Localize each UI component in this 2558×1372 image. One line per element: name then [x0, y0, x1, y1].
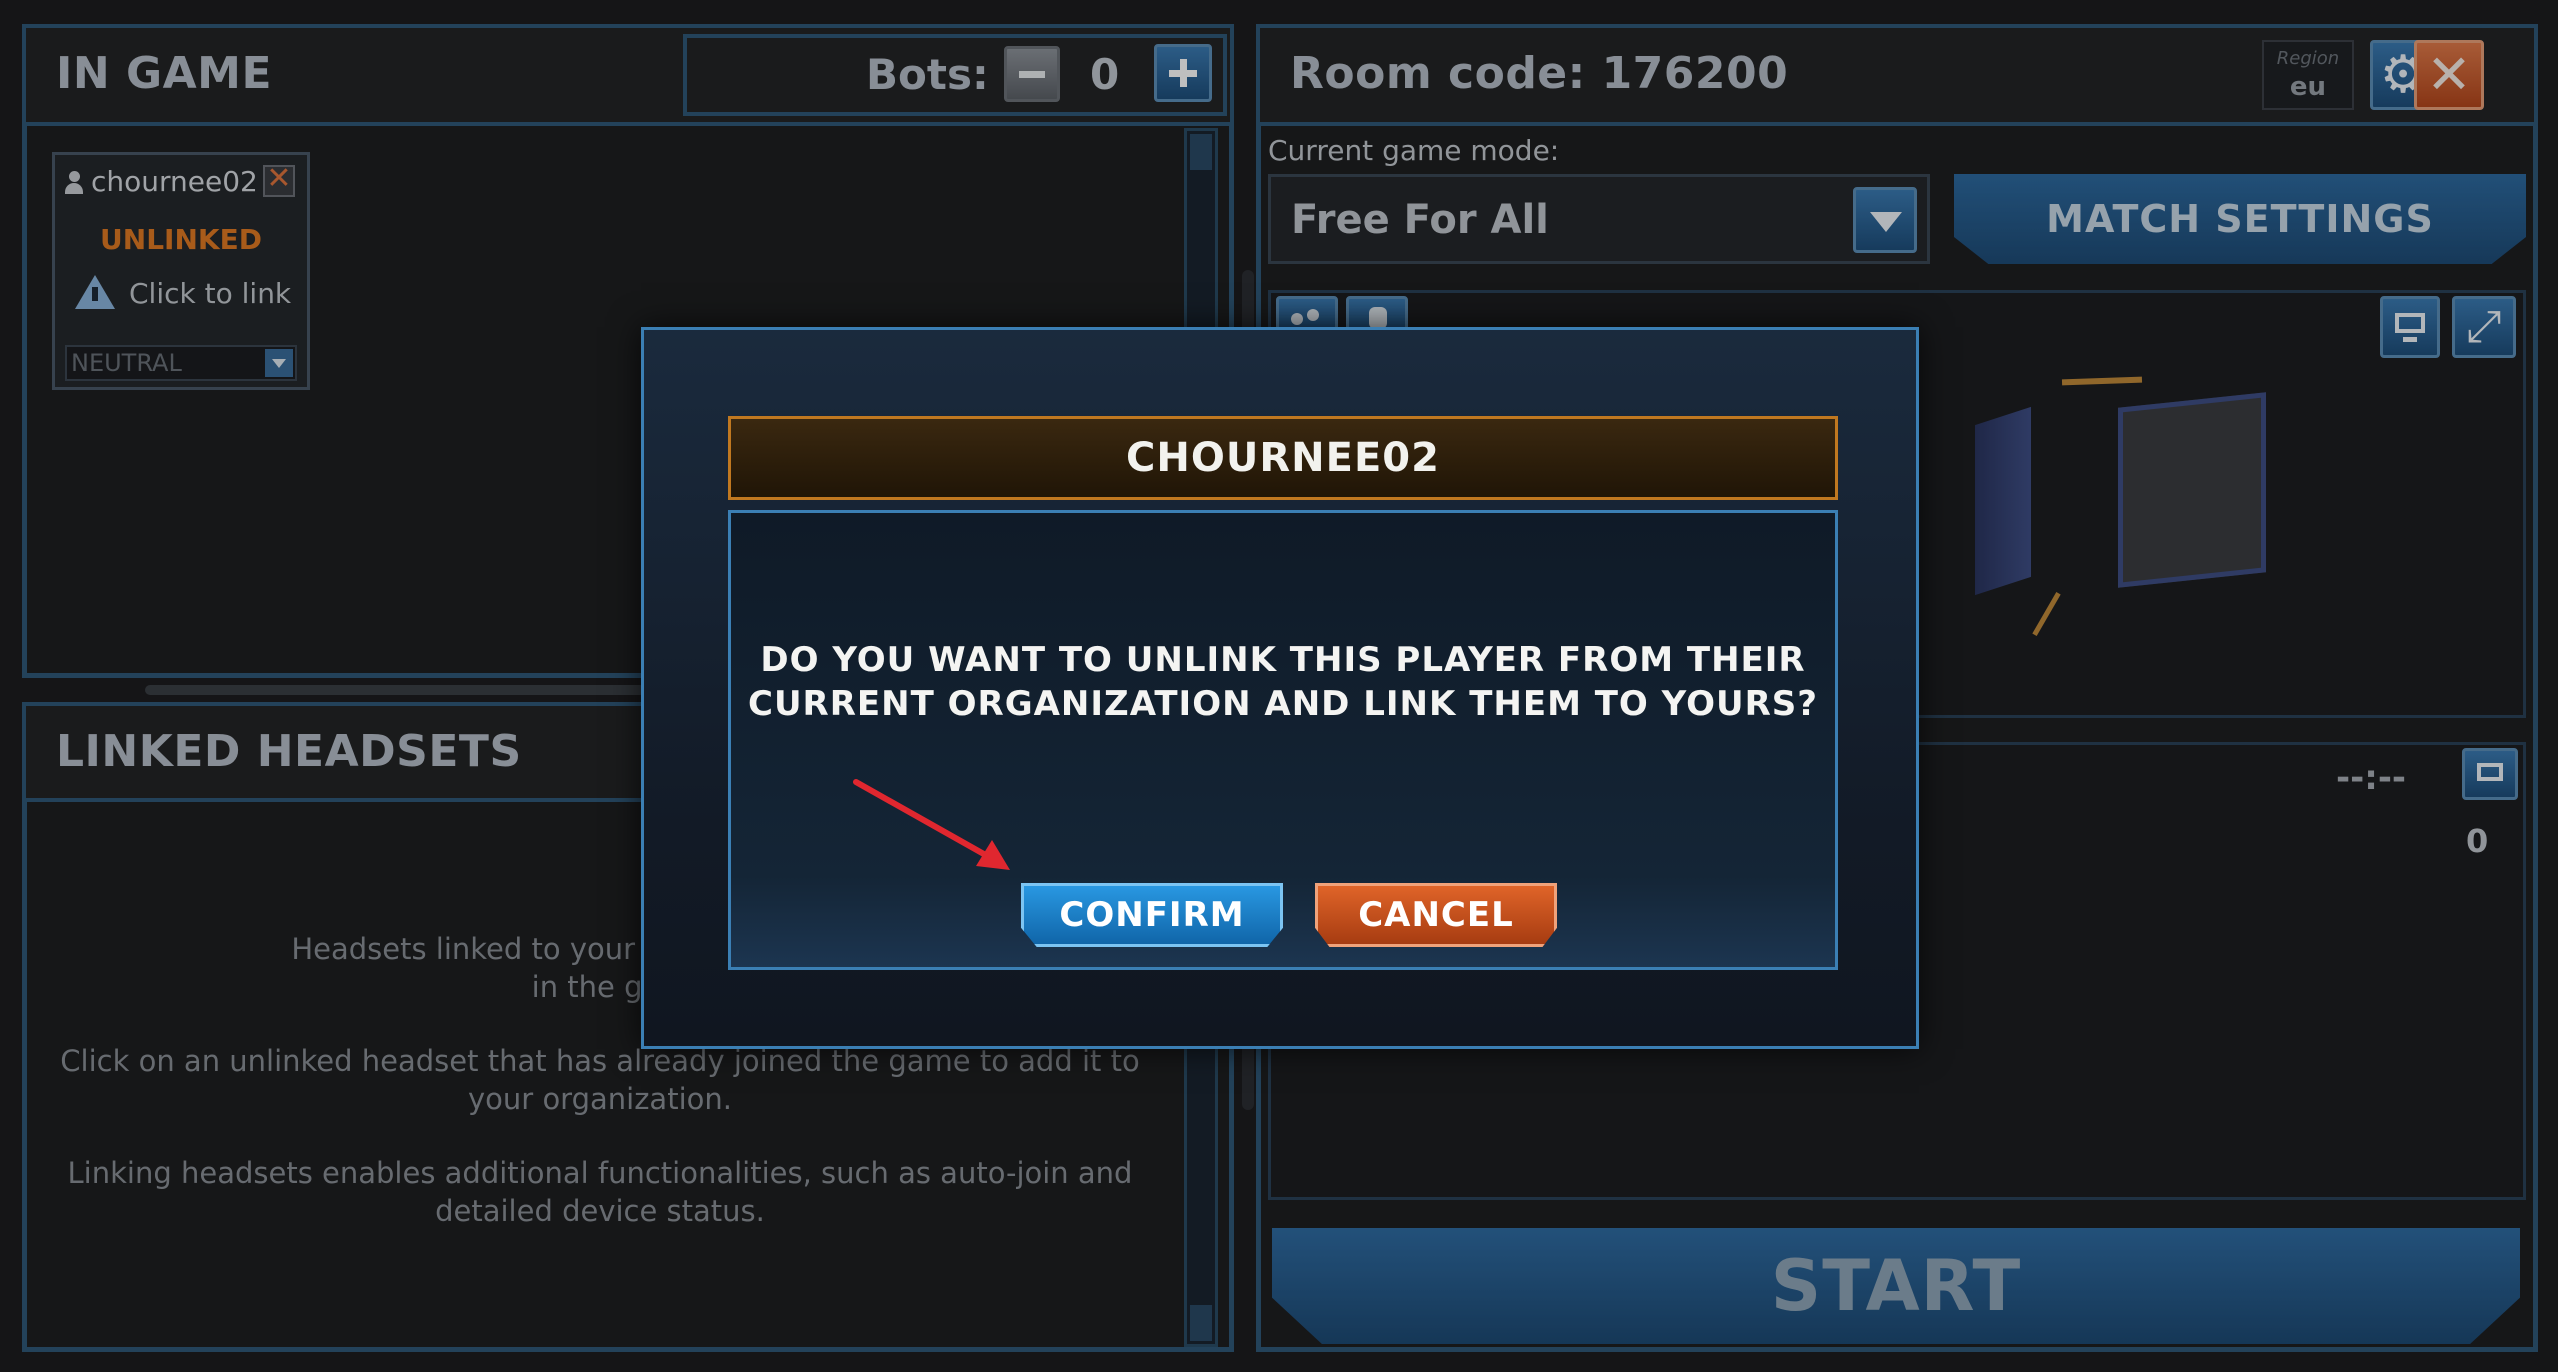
confirm-button[interactable]: CONFIRM — [1021, 883, 1283, 947]
cancel-button[interactable]: CANCEL — [1315, 883, 1557, 947]
dialog-title: CHOURNEE02 — [728, 416, 1838, 500]
annotation-arrow — [853, 779, 1010, 870]
unlink-dialog: CHOURNEE02 DO YOU WANT TO UNLINK THIS PL… — [641, 327, 1919, 1049]
dialog-message: DO YOU WANT TO UNLINK THIS PLAYER FROM T… — [748, 640, 1818, 724]
dialog-body: DO YOU WANT TO UNLINK THIS PLAYER FROM T… — [728, 510, 1838, 970]
